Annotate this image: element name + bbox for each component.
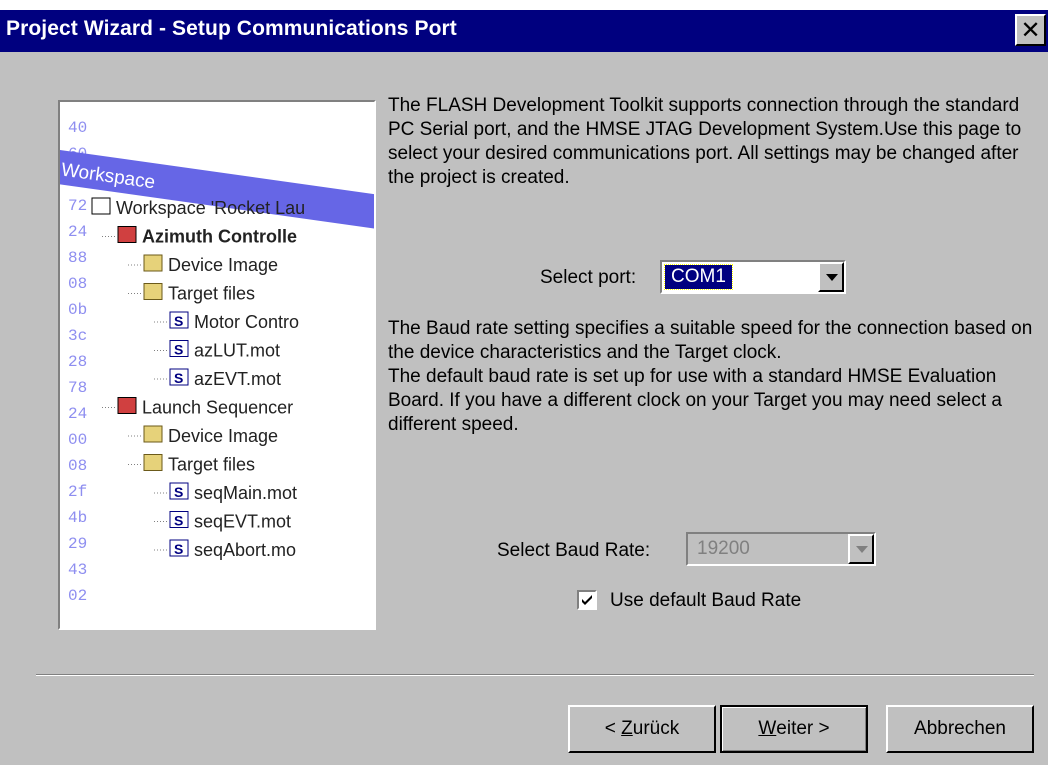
- baud-combobox[interactable]: 19200: [686, 532, 876, 566]
- hex-watermark-text: 28: [68, 353, 87, 371]
- folder-icon: [143, 254, 163, 272]
- tree-item-label: seqAbort.mo: [194, 540, 296, 560]
- folder-icon: [143, 454, 163, 471]
- hex-watermark-text: 88: [68, 249, 87, 267]
- tree-item: Target files: [128, 454, 255, 475]
- title-bar[interactable]: Project Wizard - Setup Communications Po…: [0, 10, 1048, 52]
- tree-item: Launch Sequencer: [102, 397, 293, 418]
- default-baud-label[interactable]: Use default Baud Rate: [610, 590, 801, 612]
- back-button[interactable]: < Zurück: [568, 705, 716, 753]
- tree-item: Workspace 'Rocket Lau: [91, 197, 305, 218]
- hex-watermark-text: 4b: [68, 509, 87, 527]
- file-s-glyph: S: [174, 484, 183, 500]
- intro-text: The FLASH Development Toolkit supports c…: [388, 95, 1022, 188]
- folder-icon: [143, 283, 163, 300]
- select-port-label: Select port:: [540, 267, 637, 288]
- tree-item: SseqAbort.mo: [154, 539, 296, 560]
- checkmark-icon: [582, 595, 592, 605]
- tree-item-label: Target files: [168, 284, 255, 304]
- tree-item: SazEVT.mot: [154, 368, 281, 389]
- tree-item-label: Target files: [168, 455, 255, 475]
- file-s-glyph: S: [174, 313, 183, 329]
- port-combobox[interactable]: COM1: [660, 260, 846, 294]
- next-button-mnemonic: W: [758, 718, 777, 739]
- select-baud-label: Select Baud Rate:: [497, 540, 651, 561]
- file-s-glyph: S: [174, 342, 183, 358]
- hex-watermark-text: 0b: [68, 301, 87, 319]
- workspace-tree: Workspace 'Rocket Lau Azimuth Controlle De…: [91, 197, 305, 560]
- hex-watermark-text: 78: [68, 379, 87, 397]
- hex-watermark-text: 43: [68, 561, 87, 579]
- hex-watermark-text: 02: [68, 587, 87, 605]
- back-button-rest: urück: [632, 718, 680, 739]
- hex-watermark-text: 3c: [68, 327, 87, 345]
- hex-watermark: 40600722488080b3c28782400082f4b294302: [68, 119, 87, 605]
- chevron-down-icon: [826, 274, 838, 281]
- default-baud-checkbox[interactable]: [577, 590, 597, 610]
- hex-watermark-text: 2f: [68, 483, 87, 501]
- folder-icon: [143, 425, 163, 443]
- workspace-illustration: 40600722488080b3c28782400082f4b294302 Wo…: [60, 119, 374, 605]
- tree-item: Azimuth Controlle: [102, 226, 297, 247]
- hex-watermark-text: 40: [68, 119, 87, 137]
- tree-item: SazLUT.mot: [154, 340, 280, 361]
- tree-item: SseqMain.mot: [154, 482, 297, 503]
- baud-dropdown-button[interactable]: [848, 534, 874, 564]
- tree-item: Device Image: [128, 254, 278, 275]
- hex-watermark-text: 72: [68, 197, 87, 215]
- port-value: COM1: [664, 264, 733, 290]
- tree-item-label: azEVT.mot: [194, 369, 281, 389]
- window-title: Project Wizard - Setup Communications Po…: [6, 17, 457, 40]
- next-button[interactable]: Weiter >: [720, 705, 868, 753]
- file-s-glyph: S: [174, 370, 183, 386]
- tree-item-label: azLUT.mot: [194, 341, 280, 361]
- wizard-body: 40600722488080b3c28782400082f4b294302 Wo…: [0, 52, 1048, 765]
- tree-item-label: Motor Contro: [194, 312, 299, 332]
- hex-watermark-text: 29: [68, 535, 87, 553]
- hex-watermark-text: 00: [68, 431, 87, 449]
- baud-description-2: The default baud rate is set up for use …: [388, 366, 1002, 435]
- button-separator: [36, 674, 1034, 676]
- port-dropdown-button[interactable]: [818, 262, 844, 292]
- tree-item-label: Device Image: [168, 426, 278, 446]
- hex-watermark-text: 24: [68, 405, 87, 423]
- tree-item-label: seqMain.mot: [194, 483, 297, 503]
- project-icon: [117, 397, 137, 414]
- tree-item-label: seqEVT.mot: [194, 512, 291, 532]
- hex-watermark-text: 08: [68, 457, 87, 475]
- baud-value: 19200: [697, 538, 750, 559]
- tree-item: Device Image: [128, 425, 278, 446]
- next-button-rest: eiter >: [776, 718, 830, 739]
- workspace-icon: [91, 197, 111, 215]
- tree-item-label: Workspace 'Rocket Lau: [116, 198, 305, 218]
- back-button-mnemonic: Z: [621, 718, 633, 739]
- wizard-window: Project Wizard - Setup Communications Po…: [0, 0, 1048, 765]
- cancel-button[interactable]: Abbrechen: [886, 705, 1034, 753]
- close-icon: ✕: [1020, 16, 1041, 44]
- tree-item: SseqEVT.mot: [154, 511, 291, 532]
- tree-item: S Motor Contro: [154, 311, 299, 332]
- close-button[interactable]: ✕: [1015, 14, 1046, 46]
- wizard-illustration: 40600722488080b3c28782400082f4b294302 Wo…: [58, 100, 376, 630]
- tree-item: Target files: [128, 283, 255, 304]
- tree-item-label: Device Image: [168, 255, 278, 275]
- baud-description: The Baud rate setting specifies a suitab…: [388, 317, 1043, 437]
- project-icon: [117, 226, 137, 243]
- file-s-glyph: S: [174, 513, 183, 529]
- file-s-glyph: S: [174, 541, 183, 557]
- hex-watermark-text: 24: [68, 223, 87, 241]
- chevron-down-icon: [856, 546, 868, 553]
- hex-watermark-text: 08: [68, 275, 87, 293]
- tree-item-label: Launch Sequencer: [142, 398, 293, 418]
- back-button-prefix: <: [604, 718, 622, 739]
- tree-item-label: Azimuth Controlle: [142, 227, 297, 247]
- baud-description-1: The Baud rate setting specifies a suitab…: [388, 318, 1033, 363]
